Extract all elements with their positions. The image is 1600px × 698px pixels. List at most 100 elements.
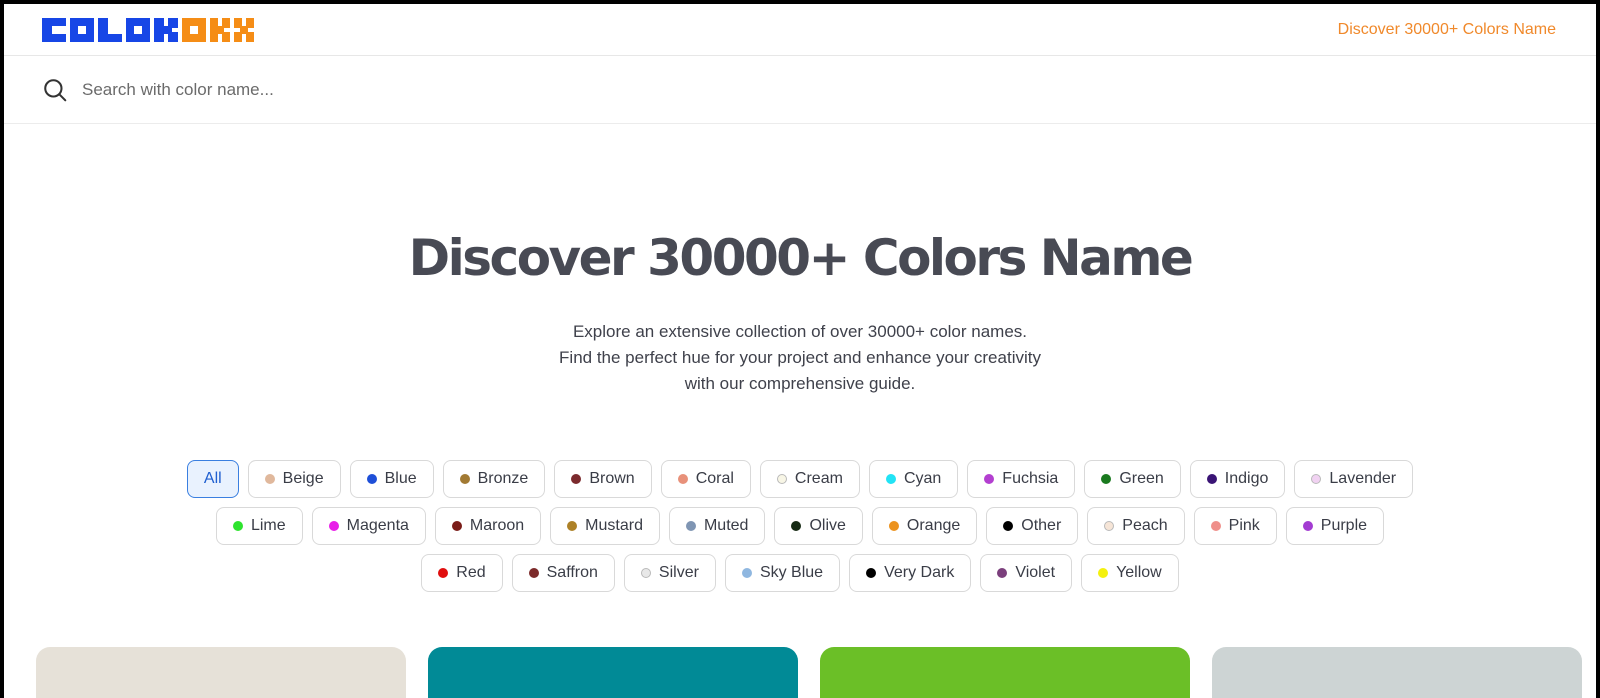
color-swatch-icon — [232, 521, 243, 531]
color-swatch-icon — [1210, 521, 1221, 531]
filter-chip-label: Very Dark — [884, 564, 955, 581]
hero-description-line: Explore an extensive collection of over … — [572, 322, 1028, 341]
filter-chip-label: Mustard — [585, 517, 643, 534]
filter-chip-purple[interactable]: Purple — [1285, 507, 1385, 545]
filter-chip-label: Blue — [384, 470, 417, 487]
page: Discover 30000+ Colors Name Discover 300… — [4, 4, 1596, 698]
color-card[interactable] — [428, 647, 798, 698]
filter-chip-silver[interactable]: Silver — [623, 554, 716, 592]
hero-description-line: with our comprehensive guide. — [684, 374, 916, 393]
filter-chip-label: Purple — [1320, 517, 1368, 534]
color-swatch-icon — [1302, 521, 1313, 531]
filter-chip-label: Silver — [658, 564, 699, 581]
filter-chip-label: Yellow — [1116, 564, 1162, 581]
filter-chip-peach[interactable]: Peach — [1087, 507, 1185, 545]
search-icon — [44, 78, 67, 101]
filter-chip-violet[interactable]: Violet — [980, 554, 1073, 592]
filter-chip-label: Red — [456, 564, 486, 581]
filter-chip-label: Brown — [589, 470, 635, 487]
filter-chip-label: Cream — [794, 470, 843, 487]
top-navbar: Discover 30000+ Colors Name — [4, 4, 1596, 56]
color-swatch-icon — [741, 568, 752, 578]
search-bar — [4, 56, 1596, 124]
color-swatch-icon — [571, 474, 582, 484]
filter-chip-blue[interactable]: Blue — [349, 460, 434, 498]
filter-chip-orange[interactable]: Orange — [871, 507, 978, 545]
color-swatch-icon — [567, 521, 578, 531]
color-card[interactable] — [1212, 647, 1582, 698]
filter-chip-magenta[interactable]: Magenta — [311, 507, 426, 545]
filter-chip-red[interactable]: Red — [421, 554, 503, 592]
color-swatch-icon — [528, 568, 539, 578]
filter-chip-mustard[interactable]: Mustard — [550, 507, 660, 545]
color-swatch-icon — [1206, 474, 1217, 484]
filter-chip-label: Fuchsia — [1002, 470, 1059, 487]
color-swatch-icon — [1098, 568, 1109, 578]
filter-chip-label: Magenta — [346, 517, 409, 534]
filter-chip-label: Sky Blue — [759, 564, 824, 581]
filter-chip-label: Muted — [703, 517, 749, 534]
color-swatch-icon — [1101, 474, 1112, 484]
filter-chip-green[interactable]: Green — [1084, 460, 1181, 498]
filter-chip-label: Peach — [1122, 517, 1168, 534]
filter-chip-olive[interactable]: Olive — [774, 507, 863, 545]
colorxx-logo — [42, 17, 254, 42]
color-swatch-icon — [677, 474, 688, 484]
filter-chip-yellow[interactable]: Yellow — [1081, 554, 1179, 592]
filter-chip-very-dark[interactable]: Very Dark — [849, 554, 972, 592]
filter-chip-label: Beige — [282, 470, 324, 487]
filter-chip-label: All — [203, 470, 222, 487]
color-swatch-icon — [685, 521, 696, 531]
color-card[interactable] — [36, 647, 406, 698]
filter-chip-label: Lime — [250, 517, 286, 534]
filter-chip-label: Orange — [906, 517, 961, 534]
filter-chip-label: Bronze — [477, 470, 529, 487]
color-swatch-icon — [451, 521, 462, 531]
filter-chip-label: Pink — [1228, 517, 1260, 534]
filter-chip-beige[interactable]: Beige — [247, 460, 341, 498]
filter-chip-cream[interactable]: Cream — [759, 460, 860, 498]
filter-chip-label: Other — [1021, 517, 1062, 534]
filter-chip-brown[interactable]: Brown — [554, 460, 652, 498]
color-swatch-icon — [885, 474, 896, 484]
filter-chip-label: Indigo — [1224, 470, 1269, 487]
search-input[interactable] — [82, 69, 782, 110]
color-swatch-icon — [984, 474, 995, 484]
color-swatch-icon — [264, 474, 275, 484]
filter-chip-all[interactable]: All — [186, 460, 239, 498]
color-swatch-icon — [640, 568, 651, 578]
filter-chip-cyan[interactable]: Cyan — [868, 460, 959, 498]
filter-chip-other[interactable]: Other — [986, 507, 1079, 545]
color-swatch-icon — [1003, 521, 1014, 531]
page-title: Discover 30000+ Colors Name — [408, 229, 1194, 287]
filter-chip-label: Coral — [695, 470, 734, 487]
color-filter-list: All Beige Blue Bronze Brown Coral Cream Cyan Fuc… — [174, 460, 1426, 592]
color-swatch-icon — [459, 474, 470, 484]
color-swatch-icon — [888, 521, 899, 531]
filter-chip-pink[interactable]: Pink — [1193, 507, 1277, 545]
filter-chip-label: Violet — [1015, 564, 1056, 581]
color-swatch-icon — [1104, 521, 1115, 531]
site-logo[interactable] — [42, 17, 254, 42]
filter-chip-label: Cyan — [903, 470, 942, 487]
filter-chip-label: Olive — [809, 517, 846, 534]
hero-description-line: Find the perfect hue for your project an… — [559, 348, 1041, 367]
color-swatch-icon — [438, 568, 449, 578]
filter-chip-sky-blue[interactable]: Sky Blue — [724, 554, 841, 592]
filter-chip-coral[interactable]: Coral — [660, 460, 751, 498]
color-swatch-icon — [866, 568, 877, 578]
filter-chip-label: Lavender — [1329, 470, 1397, 487]
filter-chip-lime[interactable]: Lime — [215, 507, 303, 545]
filter-chip-indigo[interactable]: Indigo — [1189, 460, 1286, 498]
filter-chip-saffron[interactable]: Saffron — [511, 554, 615, 592]
filter-chip-fuchsia[interactable]: Fuchsia — [967, 460, 1076, 498]
filter-chip-maroon[interactable]: Maroon — [434, 507, 542, 545]
discover-colors-link[interactable]: Discover 30000+ Colors Name — [1338, 21, 1556, 39]
color-swatch-icon — [1311, 474, 1322, 484]
filter-chip-lavender[interactable]: Lavender — [1294, 460, 1414, 498]
filter-chip-label: Green — [1119, 470, 1164, 487]
filter-chip-bronze[interactable]: Bronze — [442, 460, 546, 498]
filter-chip-label: Saffron — [546, 564, 598, 581]
filter-chip-muted[interactable]: Muted — [668, 507, 766, 545]
color-card[interactable] — [820, 647, 1190, 698]
